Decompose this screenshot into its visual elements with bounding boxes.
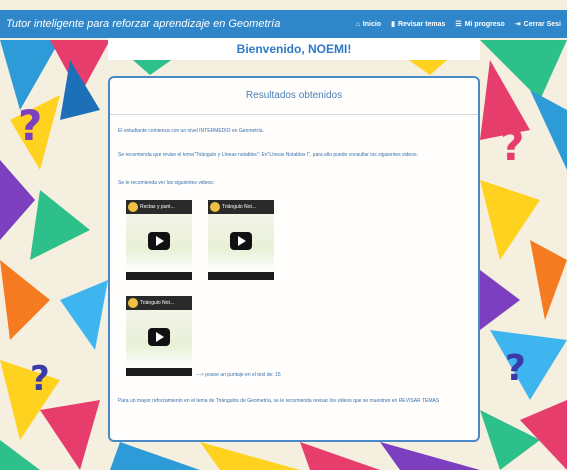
- welcome-heading: Bienvenido, NOEMI!: [236, 42, 352, 56]
- nav-mi-progreso[interactable]: ☰ Mi progreso: [455, 20, 505, 29]
- channel-avatar: [128, 202, 138, 212]
- book-icon: ▮: [391, 21, 395, 28]
- video-thumbnail-2[interactable]: Triángulo Not...: [208, 200, 274, 280]
- channel-avatar: [210, 202, 220, 212]
- home-icon: ⌂: [355, 20, 360, 28]
- svg-text:?: ?: [18, 101, 42, 150]
- nav-label: Revisar temas: [397, 20, 446, 28]
- results-panel: Resultados obtenidos El estudiante comie…: [108, 76, 480, 442]
- welcome-banner: Bienvenido, NOEMI!: [108, 38, 480, 60]
- play-icon[interactable]: [148, 328, 170, 346]
- score-text: ---> posee un puntaje en el test de: 15: [196, 372, 281, 378]
- videos-intro-text: Se le recomienda ver los siguientes vide…: [118, 180, 215, 186]
- channel-avatar: [128, 298, 138, 308]
- video-thumbnail-3[interactable]: Triángulo Not...: [126, 296, 192, 376]
- svg-text:?: ?: [500, 121, 524, 170]
- nav-label: Inicio: [362, 20, 382, 28]
- video-bottom-bar: [126, 368, 192, 376]
- play-icon[interactable]: [148, 232, 170, 250]
- nav-label: Mi progreso: [464, 20, 505, 28]
- svg-text:?: ?: [505, 348, 526, 389]
- panel-title: Resultados obtenidos: [110, 78, 478, 115]
- video-thumbnail-1[interactable]: Rectas y punt...: [126, 200, 192, 280]
- svg-text:?: ?: [30, 359, 50, 399]
- video-bottom-bar: [208, 272, 274, 280]
- nav-revisar-temas[interactable]: ▮ Revisar temas: [391, 20, 446, 29]
- footer-text: Para un mayor reforzamiento en el tema d…: [118, 398, 440, 404]
- recommend-text: Se recomienda que revise el tema"Triángu…: [118, 152, 418, 158]
- nav-inicio[interactable]: ⌂ Inicio: [356, 20, 382, 28]
- list-icon: ☰: [455, 21, 462, 28]
- nav-cerrar-sesion[interactable]: ⇥ Cerrar Sesi: [514, 20, 561, 29]
- nav-menu: ⌂ Inicio ▮ Revisar temas ☰ Mi progreso ⇥…: [356, 20, 561, 29]
- level-text: El estudiante comienza con un nivel INTE…: [118, 128, 264, 134]
- video-bottom-bar: [126, 272, 192, 280]
- nav-label: Cerrar Sesi: [523, 20, 561, 28]
- logout-icon: ⇥: [514, 21, 521, 28]
- play-icon[interactable]: [230, 232, 252, 250]
- app-title[interactable]: Tutor inteligente para reforzar aprendiz…: [6, 18, 280, 30]
- top-navbar: Tutor inteligente para reforzar aprendiz…: [0, 10, 567, 38]
